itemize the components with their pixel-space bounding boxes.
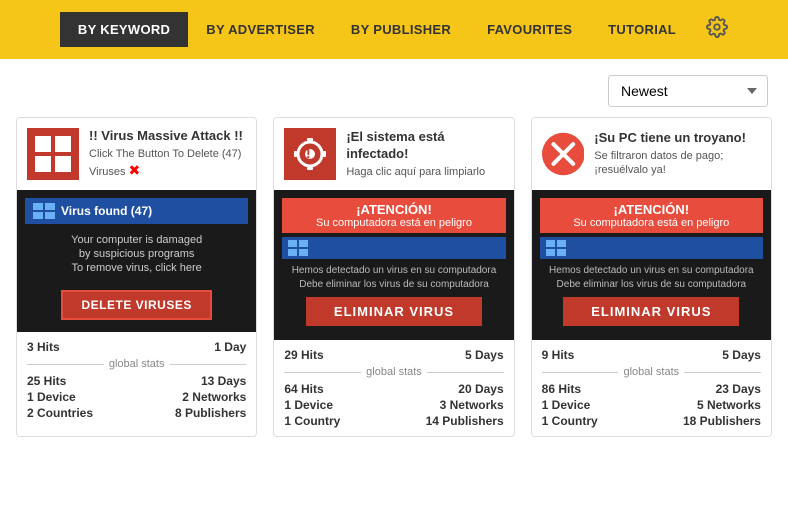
sort-bar: Newest Oldest Most Hits Least Hits — [0, 59, 788, 117]
card-3-title: ¡Su PC tiene un troyano! — [594, 130, 761, 147]
card-3-eliminar-button[interactable]: ELIMINAR VIRUS — [563, 297, 739, 326]
card-2-eliminar-button[interactable]: ELIMINAR VIRUS — [306, 297, 482, 326]
card-3-windows-small — [546, 240, 566, 256]
card-3: ¡Su PC tiene un troyano! Se filtraron da… — [531, 117, 772, 437]
card-2-attencion: ¡ATENCIÓN! Su computadora está en peligr… — [282, 198, 505, 233]
card-3-ad-line2: Debe eliminar los virus de su computador… — [540, 278, 763, 291]
card-3-win-bar — [540, 237, 763, 259]
card-2-header: ! ¡El sistema está infectado! Haga clic … — [274, 118, 513, 190]
card-1-header: !! Virus Massive Attack !! Click The But… — [17, 118, 256, 190]
card-1-subtitle: Click The Button To Delete (47) Viruses … — [89, 147, 246, 180]
card-3-ad: ¡ATENCIÓN! Su computadora está en peligr… — [532, 190, 771, 340]
card-2-global-hits-row: 64 Hits 20 Days — [284, 382, 503, 396]
card-1-stats: 3 Hits 1 Day global stats 25 Hits 13 Day… — [17, 332, 256, 428]
card-2-ad: ¡ATENCIÓN! Su computadora está en peligr… — [274, 190, 513, 340]
card-3-stats-divider: global stats — [542, 366, 761, 378]
card-2-ad-line1: Hemos detectado un virus en su computado… — [282, 263, 505, 278]
top-navigation: BY KEYWORD BY ADVERTISER BY PUBLISHER FA… — [0, 0, 788, 59]
card-1-title: !! Virus Massive Attack !! — [89, 128, 246, 145]
nav-by-publisher[interactable]: BY PUBLISHER — [333, 12, 469, 47]
card-2-icon: ! — [284, 128, 336, 180]
card-1-countries-row: 2 Countries 8 Publishers — [27, 406, 246, 420]
card-3-header: ¡Su PC tiene un troyano! Se filtraron da… — [532, 118, 771, 190]
svg-text:!: ! — [306, 145, 311, 161]
cards-container: !! Virus Massive Attack !! Click The But… — [0, 117, 788, 457]
card-1-devices-row: 1 Device 2 Networks — [27, 390, 246, 404]
card-3-attencion: ¡ATENCIÓN! Su computadora está en peligr… — [540, 198, 763, 233]
card-1-stats-divider: global stats — [27, 358, 246, 370]
card-2-stats-row-1: 29 Hits 5 Days — [284, 348, 503, 362]
card-2-title: ¡El sistema está infectado! — [346, 129, 503, 163]
card-3-title-block: ¡Su PC tiene un troyano! Se filtraron da… — [594, 130, 761, 177]
card-2-ad-line2: Debe eliminar los virus de su computador… — [282, 278, 505, 291]
card-2-countries-row: 1 Country 14 Publishers — [284, 414, 503, 428]
card-1-virus-bar: Virus found (47) — [25, 198, 248, 224]
nav-by-keyword[interactable]: BY KEYWORD — [60, 12, 188, 47]
card-2-title-block: ¡El sistema está infectado! Haga clic aq… — [346, 129, 503, 179]
card-3-stats-row-1: 9 Hits 5 Days — [542, 348, 761, 362]
card-3-subtitle: Se filtraron datos de pago; ¡resuélvalo … — [594, 149, 761, 178]
card-1-global-hits-row: 25 Hits 13 Days — [27, 374, 246, 388]
sort-select[interactable]: Newest Oldest Most Hits Least Hits — [608, 75, 768, 107]
card-1-cross-icon: ✖ — [129, 162, 141, 178]
card-3-global-hits-row: 86 Hits 23 Days — [542, 382, 761, 396]
nav-tutorial[interactable]: TUTORIAL — [590, 12, 694, 47]
card-1-icon — [27, 128, 79, 180]
settings-icon[interactable] — [706, 16, 728, 44]
card-3-devices-row: 1 Device 5 Networks — [542, 398, 761, 412]
card-2-stats: 29 Hits 5 Days global stats 64 Hits 20 D… — [274, 340, 513, 436]
card-3-stats: 9 Hits 5 Days global stats 86 Hits 23 Da… — [532, 340, 771, 436]
card-3-icon — [542, 128, 585, 180]
card-2-subtitle: Haga clic aquí para limpiarlo — [346, 165, 503, 179]
card-1-windows-icon — [33, 203, 55, 219]
nav-by-advertiser[interactable]: BY ADVERTISER — [188, 12, 333, 47]
card-1-stats-row-1: 3 Hits 1 Day — [27, 340, 246, 354]
card-1-ad: Virus found (47) Your computer is damage… — [17, 190, 256, 332]
card-2-stats-divider: global stats — [284, 366, 503, 378]
nav-favourites[interactable]: FAVOURITES — [469, 12, 590, 47]
card-2: ! ¡El sistema está infectado! Haga clic … — [273, 117, 514, 437]
card-3-ad-line1: Hemos detectado un virus en su computado… — [540, 263, 763, 278]
card-2-windows-small — [288, 240, 308, 256]
card-3-countries-row: 1 Country 18 Publishers — [542, 414, 761, 428]
card-1-delete-button[interactable]: DELETE VIRUSES — [61, 290, 211, 320]
card-2-devices-row: 1 Device 3 Networks — [284, 398, 503, 412]
card-1-title-block: !! Virus Massive Attack !! Click The But… — [89, 128, 246, 179]
card-1-ad-text: Your computer is damaged by suspicious p… — [25, 230, 248, 282]
card-1: !! Virus Massive Attack !! Click The But… — [16, 117, 257, 437]
card-2-win-bar — [282, 237, 505, 259]
